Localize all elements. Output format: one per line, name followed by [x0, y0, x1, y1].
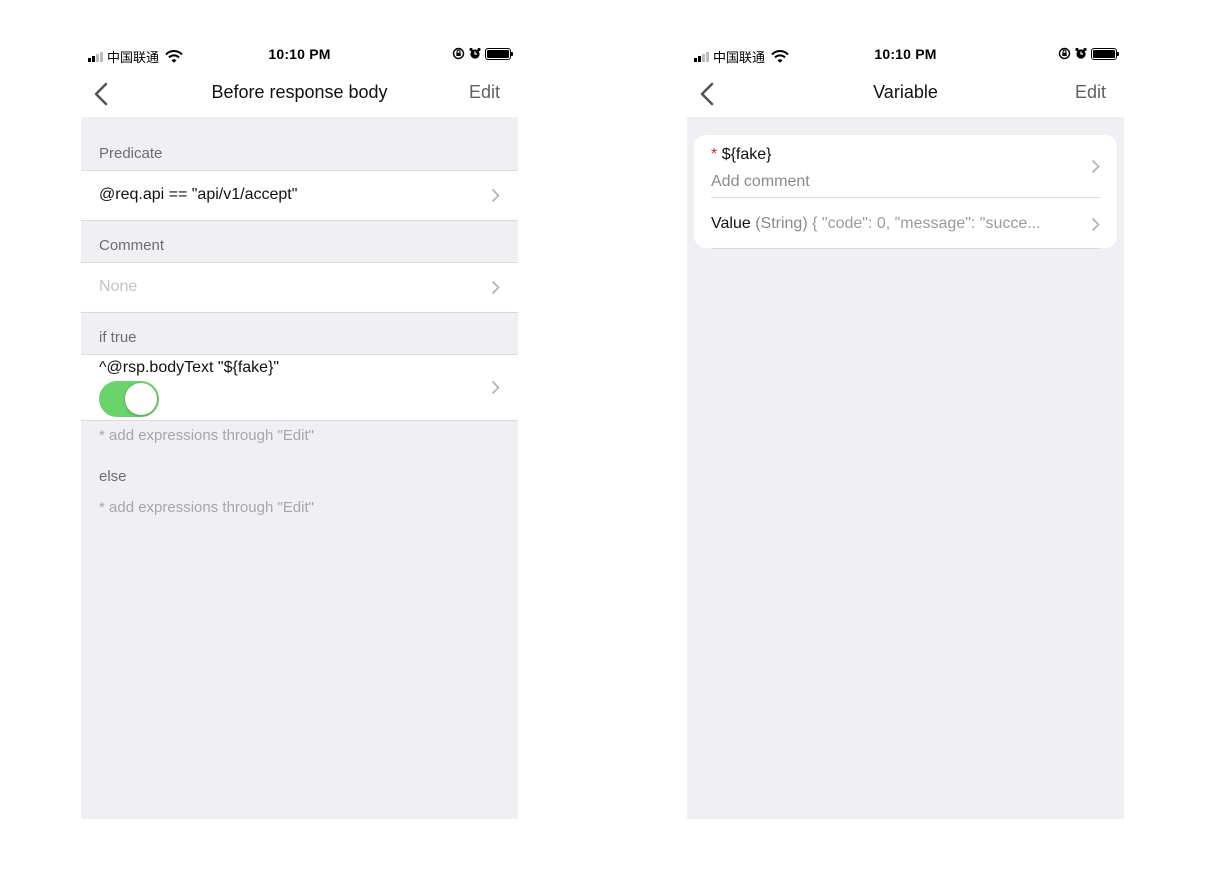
phone-variable: 中国联通 10:10 PM Variable Edit * ${fake} Ad… — [687, 0, 1124, 874]
expression-text: ^@rsp.bodyText "${fake}" — [99, 359, 280, 376]
add-comment-placeholder[interactable]: Add comment — [711, 173, 810, 191]
value-preview: { "code": 0, "message": "succe... — [812, 215, 1041, 232]
if-true-expression-row[interactable]: ^@rsp.bodyText "${fake}" — [81, 354, 518, 421]
edit-button[interactable]: Edit — [469, 82, 500, 103]
comment-header-label: Comment — [99, 237, 165, 254]
variable-name-row[interactable]: * ${fake} — [711, 146, 772, 164]
battery-icon — [1091, 47, 1119, 60]
else-label: else — [99, 468, 127, 485]
alarm-clock-icon — [1075, 47, 1087, 59]
predicate-row[interactable]: @req.api == "api/v1/accept" — [81, 170, 518, 221]
else-hint: * add expressions through "Edit" — [99, 499, 314, 516]
expression-enabled-toggle[interactable] — [99, 381, 159, 417]
section-header-predicate: Predicate — [81, 117, 518, 170]
battery-icon — [485, 47, 513, 60]
if-true-hint: * add expressions through "Edit" — [99, 427, 314, 444]
value-label: Value — [711, 215, 751, 232]
content-area: * ${fake} Add comment Value (String) { "… — [687, 117, 1124, 819]
navigation-bar: Variable Edit — [687, 72, 1124, 116]
if-true-header-label: if true — [99, 329, 137, 346]
predicate-header-label: Predicate — [99, 145, 163, 162]
comment-row[interactable]: None — [81, 262, 518, 313]
rotation-lock-icon — [452, 47, 465, 60]
chevron-right-icon — [1091, 217, 1100, 232]
variable-card: * ${fake} Add comment Value (String) { "… — [694, 135, 1117, 249]
comment-placeholder: None — [99, 278, 138, 295]
chevron-right-icon — [491, 188, 500, 203]
phone-before-response-body: 中国联通 10:10 PM Before response body Edit … — [81, 0, 518, 874]
value-type: (String) — [755, 215, 808, 232]
section-header-if-true: if true — [81, 313, 518, 354]
content-area: Predicate @req.api == "api/v1/accept" Co… — [81, 117, 518, 819]
toggle-knob — [125, 383, 157, 415]
divider — [711, 197, 1100, 198]
section-header-comment: Comment — [81, 221, 518, 262]
status-bar: 中国联通 10:10 PM — [81, 40, 518, 70]
page-title: Before response body — [211, 82, 388, 102]
rotation-lock-icon — [1058, 47, 1071, 60]
divider — [711, 248, 1100, 249]
navigation-bar: Before response body Edit — [81, 72, 518, 116]
value-row[interactable]: Value (String) { "code": 0, "message": "… — [711, 215, 1041, 233]
required-marker: * — [711, 146, 718, 163]
chevron-right-icon — [1091, 159, 1100, 174]
alarm-clock-icon — [469, 47, 481, 59]
chevron-right-icon — [491, 380, 500, 395]
page-title: Variable — [873, 82, 938, 102]
variable-name: ${fake} — [721, 146, 772, 163]
predicate-value: @req.api == "api/v1/accept" — [99, 186, 298, 203]
chevron-right-icon — [491, 280, 500, 295]
edit-button[interactable]: Edit — [1075, 82, 1106, 103]
status-bar: 中国联通 10:10 PM — [687, 40, 1124, 70]
